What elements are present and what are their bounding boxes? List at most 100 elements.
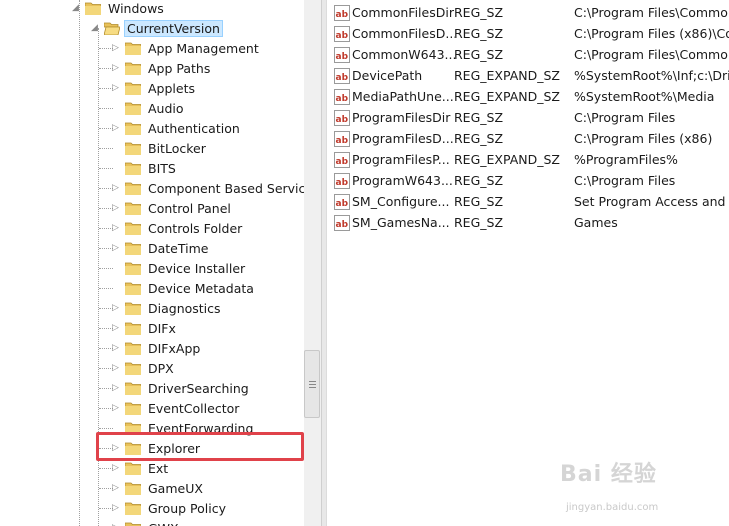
tree-node[interactable]: BITS [112,158,179,178]
string-value-icon: ab [334,151,350,168]
expand-arrow-icon[interactable]: ▷ [112,123,120,133]
registry-value-row[interactable]: ab SM_Configure... REG_SZ Set Program Acces… [327,191,729,212]
tree-node[interactable]: ▷ Ext [112,458,171,478]
tree-node[interactable]: ▷ Applets [112,78,198,98]
tree-node[interactable]: ▷ Controls Folder [112,218,245,238]
registry-value-row[interactable]: ab ProgramFilesDir REG_SZ C:\Program Files [327,107,729,128]
tree-node-label: Control Panel [148,200,231,216]
tree-node-currentversion[interactable]: ◢ CurrentVersion [91,18,223,38]
tree-node[interactable]: ▷ DIFx [112,318,179,338]
tree-guide-line [99,108,113,109]
tree-node[interactable]: ▷ Control Panel [112,198,234,218]
scroll-grip [309,387,316,388]
value-type: REG_SZ [454,215,504,230]
tree-node[interactable]: ▷ DateTime [112,238,211,258]
tree-node-label: Group Policy [148,500,226,516]
registry-value-row[interactable]: ab DevicePath REG_EXPAND_SZ %SystemRoot%\In… [327,65,729,86]
value-data: Set Program Access and D [574,194,729,209]
expand-arrow-icon[interactable]: ▷ [112,43,120,53]
folder-icon [125,501,141,515]
tree-guide-line [99,48,113,49]
string-value-icon: ab [334,67,350,84]
tree-scrollbar-thumb[interactable] [304,350,320,418]
value-data: Games [574,215,618,230]
tree-node[interactable]: ▷ EventCollector [112,398,242,418]
tree-guide-line [99,248,113,249]
tree-node[interactable]: ▷ DPX [112,358,177,378]
registry-value-row[interactable]: ab CommonFilesD... REG_SZ C:\Program Files … [327,23,729,44]
tree-node[interactable]: ▷ GameUX [112,478,206,498]
expand-arrow-icon[interactable]: ▷ [112,323,120,333]
collapse-arrow-icon[interactable]: ◢ [72,3,80,13]
expand-arrow-icon[interactable]: ▷ [112,303,120,313]
tree-node[interactable]: ▷ DIFxApp [112,338,203,358]
folder-icon [125,301,141,315]
tree-node[interactable]: BitLocker [112,138,209,158]
registry-value-row[interactable]: ab MediaPathUne... REG_EXPAND_SZ %SystemRoo… [327,86,729,107]
tree-guide-line [99,488,113,489]
tree-node[interactable]: ▷ Authentication [112,118,243,138]
expand-arrow-icon[interactable]: ▷ [112,463,120,473]
registry-values-list[interactable]: ab CommonFilesDir REG_SZ C:\Program Files\C… [327,0,729,526]
expand-arrow-icon[interactable]: ▷ [112,483,120,493]
expand-arrow-icon[interactable]: ▷ [112,343,120,353]
expand-arrow-icon[interactable]: ▷ [112,203,120,213]
folder-icon [125,361,141,375]
expand-arrow-icon[interactable]: ▷ [112,403,120,413]
tree-node[interactable]: ▷ App Management [112,38,262,58]
tree-node[interactable]: Device Metadata [112,278,257,298]
folder-icon [125,101,141,115]
svg-text:ab: ab [336,136,349,146]
registry-value-row[interactable]: ab SM_GamesNa... REG_SZ Games [327,212,729,233]
string-value-icon: ab [334,193,350,210]
registry-value-row[interactable]: ab CommonW643... REG_SZ C:\Program Files\Co… [327,44,729,65]
value-name: ProgramFilesD... [352,131,454,146]
tree-node[interactable]: ▷ Diagnostics [112,298,224,318]
value-data: C:\Program Files (x86)\Con [574,26,729,41]
string-value-icon: ab [334,4,350,21]
tree-guide-line [99,268,113,269]
tree-scrollbar-track[interactable] [304,0,322,526]
expand-arrow-icon[interactable]: ▷ [112,363,120,373]
value-type: REG_EXPAND_SZ [454,68,560,83]
tree-node[interactable]: ▷ DriverSearching [112,378,252,398]
tree-node[interactable]: ▷GWX [112,518,182,526]
value-name: CommonW643... [352,47,455,62]
expand-arrow-icon[interactable]: ▷ [112,243,120,253]
expand-arrow-icon[interactable]: ▷ [112,83,120,93]
folder-icon [125,181,141,195]
expand-arrow-icon[interactable]: ▷ [112,63,120,73]
tree-node[interactable]: Audio [112,98,187,118]
tree-guide-line [99,168,113,169]
expand-arrow-icon[interactable]: ▷ [112,183,120,193]
registry-value-row[interactable]: ab ProgramW643... REG_SZ C:\Program Files [327,170,729,191]
svg-text:ab: ab [336,10,349,20]
svg-text:ab: ab [336,31,349,41]
tree-node-label: GWX [145,520,182,526]
registry-value-row[interactable]: ab ProgramFilesD... REG_SZ C:\Program Files… [327,128,729,149]
tree-node-label: DriverSearching [148,380,249,396]
folder-icon [125,241,141,255]
tree-node-windows[interactable]: ◢ Windows [72,0,167,18]
registry-value-row[interactable]: ab ProgramFilesP... REG_EXPAND_SZ %ProgramF… [327,149,729,170]
collapse-arrow-icon[interactable]: ◢ [91,23,99,33]
svg-text:ab: ab [336,178,349,188]
tree-guide-line [99,328,113,329]
value-data: C:\Program Files\Common [574,47,729,62]
folder-icon [125,261,141,275]
tree-node[interactable]: ▷ Group Policy [112,498,229,518]
tree-node[interactable]: ▷ Component Based Servicin [112,178,320,198]
tree-guide-line [99,68,113,69]
value-data: C:\Program Files\Common [574,5,729,20]
registry-value-row[interactable]: ab CommonFilesDir REG_SZ C:\Program Files\C… [327,2,729,23]
tree-guide-line [99,148,113,149]
tree-node-label: Controls Folder [148,220,243,236]
tree-node-label: App Management [148,40,259,56]
tree-node[interactable]: Device Installer [112,258,248,278]
expand-arrow-icon[interactable]: ▷ [112,503,120,513]
tree-node[interactable]: ▷ App Paths [112,58,213,78]
expand-arrow-icon[interactable]: ▷ [112,223,120,233]
tree-guide-line [99,88,113,89]
expand-arrow-icon[interactable]: ▷ [112,383,120,393]
svg-text:ab: ab [336,199,349,209]
